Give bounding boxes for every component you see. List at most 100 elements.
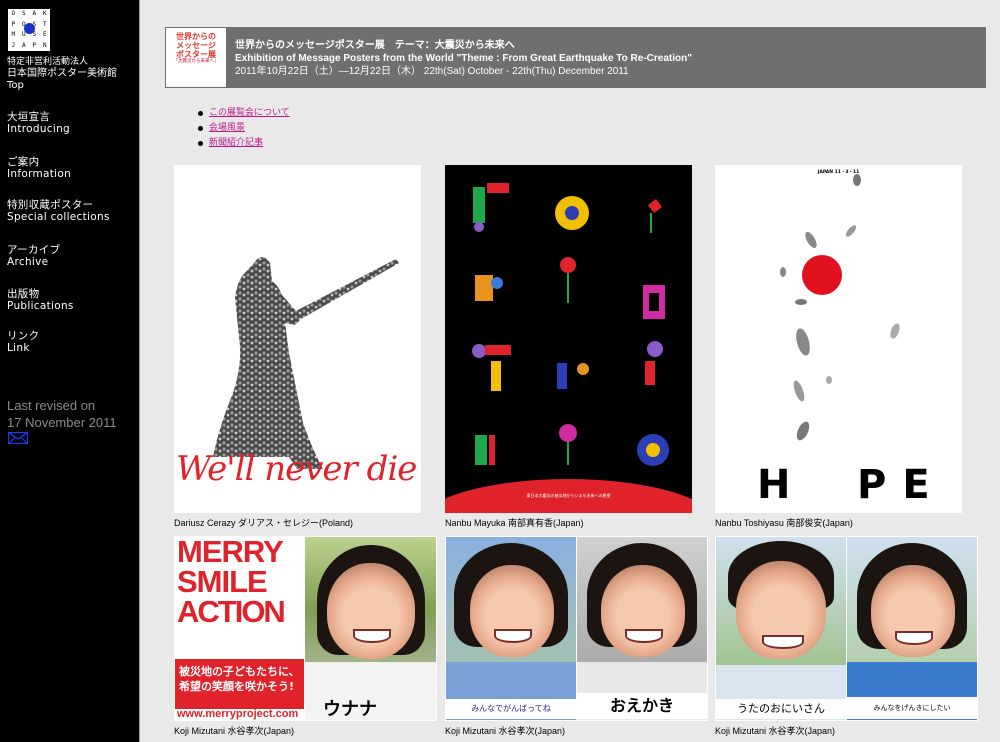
- merry-url: www.merryproject.com: [177, 708, 299, 720]
- list-item: 新聞紹介記事: [196, 136, 290, 151]
- child-smile: [353, 629, 391, 643]
- list-item: この展覧会について: [196, 106, 290, 121]
- logo-letter: E: [42, 31, 47, 38]
- caption-nanbu-mayuka: Nanbu Mayuka 南部真有香(Japan): [445, 518, 584, 528]
- poster-mizutani-2[interactable]: みんなでがんばってね おえかき: [445, 536, 708, 721]
- flower-letters-graphic: [445, 183, 692, 513]
- poster-merry-smile-action[interactable]: MERRY SMILE ACTION 被災地の子どもたちに、 希望の笑顔を咲かそ…: [174, 536, 437, 721]
- link-about-exhibition[interactable]: この展覧会について: [209, 108, 290, 118]
- child-drawing-left: みんなでがんばってね: [446, 699, 576, 719]
- logo-letter: N: [42, 41, 47, 49]
- child-photo-left: みんなでがんばってね: [446, 537, 576, 720]
- nav-information[interactable]: ご案内 Information: [7, 156, 71, 180]
- exhibition-links: この展覧会について 会場風景 新聞紹介記事: [196, 106, 290, 151]
- logo-letter: P: [11, 20, 16, 28]
- nav-label-en: Publications: [7, 300, 74, 312]
- nav-label-jp: 特別収蔵ポスター: [7, 199, 94, 211]
- child-drawing-right: おえかき: [577, 693, 707, 719]
- poster-nanbu-mayuka[interactable]: 東日本大震災の被災地からいまも未来への希望: [445, 165, 692, 513]
- hope-word-left: H: [757, 462, 791, 508]
- child-smile: [762, 635, 804, 649]
- mail-icon[interactable]: [8, 432, 28, 444]
- child-face: [470, 565, 554, 657]
- revised-label: Last revised on: [7, 398, 96, 413]
- nav-label-jp: 出版物: [7, 288, 40, 300]
- thumb-subtitle: 「大震災から未来へ」: [173, 59, 219, 64]
- merry-jp-2: 希望の笑顔を咲かそう!: [179, 680, 295, 693]
- merry-line1: MERRY: [177, 536, 284, 569]
- nav-label-en: Special collections: [7, 211, 110, 223]
- nav-label-jp: リンク: [7, 330, 40, 342]
- merry-red-box: 被災地の子どもたちに、 希望の笑顔を咲かそう!: [175, 659, 304, 709]
- logo-letter: P: [32, 41, 37, 49]
- exhibition-banner: 世界からの メッセージ ポスター展 「大震災から未来へ」 世界からのメッセージポ…: [165, 27, 986, 88]
- banner-dates: 2011年10月22日（土）—12月22日（木） 22th(Sat) Octob…: [235, 66, 629, 77]
- nav-label-en: Archive: [7, 256, 49, 268]
- child-drawing-right: みんなをげんきにしたい: [847, 697, 977, 719]
- logo-letter: J: [11, 41, 16, 49]
- caption-nanbu-toshiyasu: Nanbu Toshiyasu 南部俊安(Japan): [715, 518, 853, 528]
- thumb-title-2: メッセージ: [176, 41, 216, 50]
- logo-dot-icon: [24, 23, 35, 34]
- org-line2: 日本国際ポスター美術館: [7, 68, 117, 79]
- logo-letter: O: [11, 10, 16, 17]
- sidebar: O S A K P O S T M U S E J A P N 特定非営利活動法…: [0, 0, 140, 742]
- child-photo-right: おえかき: [577, 537, 707, 720]
- nav-top[interactable]: Top: [7, 80, 117, 92]
- nav-label-jp: ご案内: [7, 156, 40, 168]
- child-smile: [625, 629, 663, 643]
- thumb-title-1: 世界からの: [176, 32, 216, 41]
- museum-logo[interactable]: O S A K P O S T M U S E J A P N: [8, 9, 50, 51]
- nav-introducing[interactable]: 大垣宣言 Introducing: [7, 111, 70, 135]
- logo-letter: M: [11, 31, 16, 38]
- nav-label-en: Link: [7, 342, 30, 354]
- logo-letter: T: [42, 20, 47, 28]
- nav-archive[interactable]: アーカイブ Archive: [7, 244, 60, 268]
- nav-label-en: Information: [7, 168, 72, 180]
- banner-title-jp: 世界からのメッセージポスター展 テーマ：大震災から未来へ: [235, 40, 515, 51]
- caption-mizutani-2: Koji Mizutani 水谷孝次(Japan): [445, 726, 566, 736]
- child-photo-right: みんなをげんきにしたい: [847, 537, 977, 720]
- exhibition-thumbnail[interactable]: 世界からの メッセージ ポスター展 「大震災から未来へ」: [166, 28, 226, 87]
- merry-panel: MERRY SMILE ACTION 被災地の子どもたちに、 希望の笑顔を咲かそ…: [175, 536, 304, 720]
- child-photo: ウナナ: [305, 537, 436, 720]
- child-photo-left: うたのおにいさん: [716, 537, 846, 720]
- logo-letter: A: [21, 41, 26, 49]
- nav-label-jp: 大垣宣言: [7, 111, 51, 123]
- poster-slogan: We'll never die: [176, 449, 417, 489]
- logo-letter: K: [42, 10, 47, 17]
- poster-top-text: JAPAN 11・3・11: [817, 170, 860, 175]
- poster-nanbu-toshiyasu[interactable]: JAPAN 11・3・11 H PE: [715, 165, 962, 513]
- revised-date: 17 November 2011: [7, 415, 117, 430]
- poster-cerazy[interactable]: We'll never die: [174, 165, 421, 513]
- merry-jp-1: 被災地の子どもたちに、: [179, 665, 300, 678]
- child-smile: [494, 629, 532, 643]
- child-face: [601, 565, 685, 657]
- logo-letter: S: [21, 10, 26, 17]
- child-name: ウナナ: [323, 699, 377, 720]
- hope-word-right: PE: [857, 462, 946, 508]
- logo-letter: A: [32, 10, 37, 17]
- list-item: 会場風景: [196, 121, 290, 136]
- link-newspaper-articles[interactable]: 新聞紹介記事: [209, 138, 263, 148]
- nav-link[interactable]: リンク Link: [7, 330, 39, 354]
- child-smile: [895, 631, 933, 645]
- poster-footer-text: 東日本大震災の被災地からいまも未来への希望: [526, 493, 611, 498]
- merry-line2: SMILE: [177, 564, 268, 599]
- nav-label-en: Introducing: [7, 123, 71, 135]
- rising-sun-feathers-graphic: [780, 174, 900, 441]
- nav-publications[interactable]: 出版物 Publications: [7, 288, 74, 312]
- org-line1: 特定非営利活動法人: [7, 57, 89, 67]
- merry-line3: ACTION: [177, 594, 286, 629]
- link-venue-photos[interactable]: 会場風景: [209, 123, 245, 133]
- nav-label-jp: アーカイブ: [7, 244, 61, 256]
- nav-special-collections[interactable]: 特別収蔵ポスター Special collections: [7, 199, 110, 223]
- child-face: [327, 563, 415, 659]
- thumb-title-3: ポスター展: [176, 50, 216, 59]
- caption-mizutani-1: Koji Mizutani 水谷孝次(Japan): [174, 726, 295, 736]
- organization-name: 特定非営利活動法人 日本国際ポスター美術館 Top: [7, 56, 117, 92]
- poster-mizutani-3[interactable]: うたのおにいさん みんなをげんきにしたい: [715, 536, 978, 721]
- child-drawing-left: うたのおにいさん: [716, 699, 846, 719]
- caption-mizutani-3: Koji Mizutani 水谷孝次(Japan): [715, 726, 836, 736]
- last-revised: Last revised on 17 November 2011: [7, 397, 117, 431]
